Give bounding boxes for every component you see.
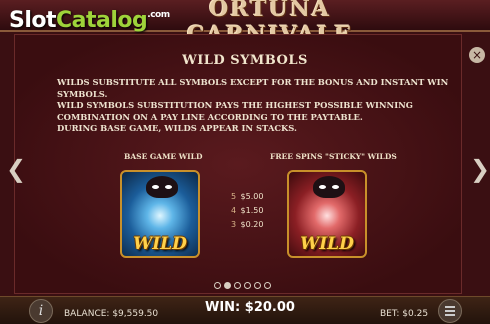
prev-page-button[interactable]: ❮ <box>6 155 26 183</box>
base-wild-symbol: WILD <box>120 170 200 258</box>
win-label: WIN: <box>205 300 241 315</box>
sticky-wild-symbol: WILD <box>287 170 367 258</box>
payout-row: 3 $0.20 <box>231 220 264 229</box>
bet-label: BET: <box>380 309 400 319</box>
menu-button[interactable] <box>438 299 462 323</box>
next-page-button[interactable]: ❯ <box>470 155 490 183</box>
page-dot[interactable] <box>214 282 221 289</box>
payout-row: 4 $1.50 <box>231 206 264 215</box>
chevron-right-icon: ❯ <box>470 155 490 183</box>
chevron-left-icon: ❮ <box>6 155 27 183</box>
paytable-panel <box>14 34 462 294</box>
mask-icon <box>313 176 345 198</box>
watermark-suffix: .com <box>147 10 170 20</box>
balance-label: BALANCE: <box>64 309 110 319</box>
wild-payouts: 5 $5.00 4 $1.50 3 $0.20 <box>231 190 263 232</box>
description-line: DURING BASE GAME, WILDS APPEAR IN STACKS… <box>57 123 297 134</box>
description-line: WILDS SUBSTITUTE ALL SYMBOLS EXCEPT FOR … <box>57 77 449 99</box>
payout-row: 5 $5.00 <box>231 192 264 201</box>
info-icon: i <box>38 303 44 319</box>
watermark-part2: Catalog <box>56 8 148 33</box>
base-game-wild-label: BASE GAME WILD <box>124 152 203 161</box>
watermark-part1: Slot <box>9 8 57 33</box>
wild-symbol-text: WILD <box>133 234 187 254</box>
watermark: SlotCatalog.com <box>9 8 170 33</box>
page-dot[interactable] <box>254 282 261 289</box>
mask-icon <box>146 176 178 198</box>
bet-display: BET: $0.25 <box>380 309 428 319</box>
page-dot[interactable] <box>244 282 251 289</box>
page-dot[interactable] <box>224 282 231 289</box>
wild-symbol-text: WILD <box>300 234 354 254</box>
close-icon: × <box>471 48 483 62</box>
balance-display: BALANCE: $9,559.50 <box>64 309 158 319</box>
win-display: WIN: $20.00 <box>205 300 295 315</box>
description-line: WILD SYMBOLS SUBSTITUTION PAYS THE HIGHE… <box>57 100 413 122</box>
balance-value: $9,559.50 <box>112 309 159 319</box>
wild-description: WILDS SUBSTITUTE ALL SYMBOLS EXCEPT FOR … <box>57 77 457 135</box>
page-indicator <box>214 282 271 289</box>
free-spins-wild-label: FREE SPINS "STICKY" WILDS <box>270 152 397 161</box>
info-button[interactable]: i <box>29 299 53 323</box>
bet-value: $0.25 <box>402 309 429 319</box>
win-value: $20.00 <box>244 300 295 315</box>
page-dot[interactable] <box>234 282 241 289</box>
page-title: WILD SYMBOLS <box>182 53 308 68</box>
page-dot[interactable] <box>264 282 271 289</box>
close-button[interactable]: × <box>469 47 485 63</box>
